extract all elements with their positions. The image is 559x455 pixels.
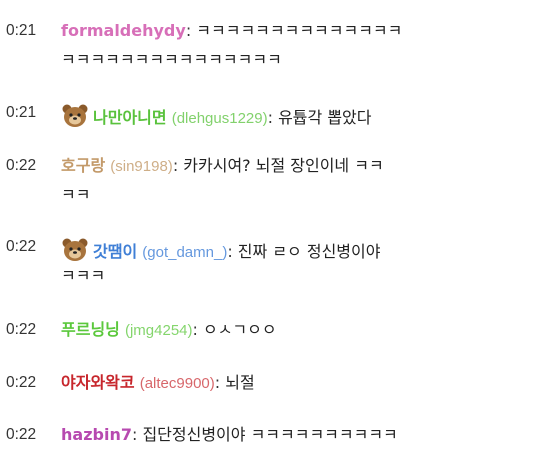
user-id[interactable]: (altec9900) <box>140 375 215 392</box>
message-line: hazbin7: 집단정신병이야 ㅋㅋㅋㅋㅋㅋㅋㅋㅋㅋ <box>61 425 555 445</box>
message-timestamp: 0:21 <box>6 104 37 121</box>
bear-badge-icon <box>61 103 89 129</box>
username[interactable]: 푸르닝닝 <box>61 320 120 339</box>
message-text: 진짜 ㄹㅇ 정신병이야 <box>232 242 381 261</box>
message-text: ㅋㅋㅋㅋㅋㅋㅋㅋㅋㅋㅋㅋㅋㅋ <box>191 21 403 40</box>
bear-badge-icon <box>61 237 89 263</box>
message-timestamp: 0:22 <box>6 426 37 443</box>
message-text: 집단정신병이야 ㅋㅋㅋㅋㅋㅋㅋㅋㅋㅋ <box>137 425 398 444</box>
message-line: 푸르닝닝 (jmg4254): ㅇㅅㄱㅇㅇ <box>61 320 555 341</box>
message-continuation: ㅋㅋㅋ <box>61 266 106 285</box>
message-text: 유튭각 뽑았다 <box>273 108 372 127</box>
user-id[interactable]: (got_damn_) <box>142 244 227 261</box>
message-continuation: ㅋㅋ <box>61 185 91 204</box>
username[interactable]: 야자와왁코 <box>61 373 135 392</box>
message-timestamp: 0:21 <box>6 22 37 39</box>
message-line: formaldehydy: ㅋㅋㅋㅋㅋㅋㅋㅋㅋㅋㅋㅋㅋㅋ <box>61 21 555 41</box>
message-line: 갓땜이 (got_damn_): 진짜 ㄹㅇ 정신병이야 <box>61 237 555 263</box>
message-timestamp: 0:22 <box>6 374 37 391</box>
message-continuation: ㅋㅋㅋㅋㅋㅋㅋㅋㅋㅋㅋㅋㅋㅋㅋ <box>61 50 282 69</box>
message-text: 카카시여? 뇌절 장인이네 ㅋㅋ <box>178 156 384 175</box>
user-id[interactable]: (dlehgus1229) <box>172 110 268 127</box>
message-text: ㅇㅅㄱㅇㅇ <box>197 320 277 339</box>
message-timestamp: 0:22 <box>6 157 37 174</box>
message-line: 나만아니면 (dlehgus1229): 유튭각 뽑았다 <box>61 103 555 129</box>
username[interactable]: 갓땜이 <box>93 242 137 261</box>
username[interactable]: formaldehydy <box>61 21 186 40</box>
user-id[interactable]: (jmg4254) <box>125 322 193 339</box>
username[interactable]: hazbin7 <box>61 425 132 444</box>
message-line: 야자와왁코 (altec9900): 뇌절 <box>61 373 555 394</box>
message-line: 호구랑 (sin9198): 카카시여? 뇌절 장인이네 ㅋㅋ <box>61 156 555 177</box>
username[interactable]: 나만아니면 <box>93 108 167 127</box>
message-text: 뇌절 <box>220 373 255 392</box>
message-timestamp: 0:22 <box>6 321 37 338</box>
message-timestamp: 0:22 <box>6 238 37 255</box>
chat-log: 0:21 formaldehydy: ㅋㅋㅋㅋㅋㅋㅋㅋㅋㅋㅋㅋㅋㅋ ㅋㅋㅋㅋㅋㅋ… <box>0 0 559 455</box>
username[interactable]: 호구랑 <box>61 156 105 175</box>
user-id[interactable]: (sin9198) <box>110 158 173 175</box>
